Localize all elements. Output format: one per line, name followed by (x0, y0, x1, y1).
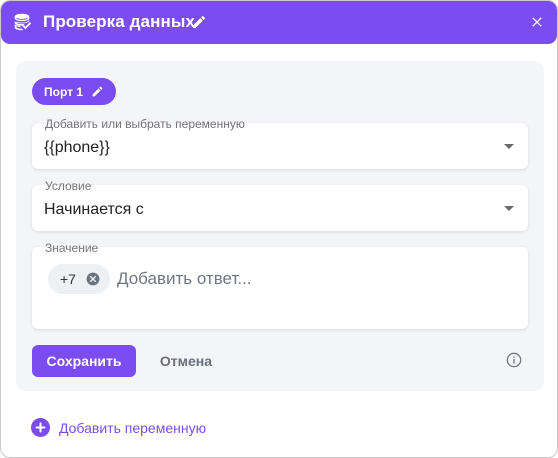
pencil-icon[interactable] (91, 85, 104, 98)
port-label: Порт 1 (44, 85, 84, 99)
variable-select-label: Добавить или выбрать переменную (44, 117, 246, 131)
close-icon[interactable] (529, 14, 545, 30)
port-card: Порт 1 Добавить или выбрать переменную {… (16, 61, 544, 391)
port-chip[interactable]: Порт 1 (32, 78, 116, 105)
answer-input[interactable] (117, 267, 497, 291)
value-field[interactable]: Значение +7 (32, 241, 528, 329)
info-icon[interactable] (506, 352, 522, 368)
condition-select-value: Начинается с (44, 201, 144, 218)
add-variable-link[interactable]: Добавить переменную (31, 417, 221, 439)
chevron-down-icon[interactable] (504, 206, 514, 211)
value-field-label: Значение (44, 241, 100, 255)
remove-tag-icon[interactable] (86, 272, 100, 286)
save-button[interactable]: Сохранить (32, 345, 136, 377)
variable-select[interactable]: Добавить или выбрать переменную {{phone}… (32, 117, 528, 169)
plus-circle-icon (31, 418, 50, 437)
variable-select-value: {{phone}} (44, 139, 110, 156)
panel-title: Проверка данных (43, 12, 195, 31)
cancel-button[interactable]: Отмена (148, 345, 224, 377)
value-tag: +7 (48, 264, 110, 294)
panel-header: Проверка данных (1, 1, 557, 44)
database-check-icon (14, 13, 32, 31)
pencil-icon[interactable] (191, 14, 207, 30)
chevron-down-icon[interactable] (504, 144, 514, 149)
condition-select-label: Условие (44, 179, 93, 193)
condition-select[interactable]: Условие Начинается с (32, 179, 528, 231)
data-check-panel: Проверка данных Порт 1 Добавить или выбр… (0, 0, 558, 458)
add-variable-label: Добавить переменную (59, 420, 207, 436)
value-tag-text: +7 (60, 271, 76, 287)
